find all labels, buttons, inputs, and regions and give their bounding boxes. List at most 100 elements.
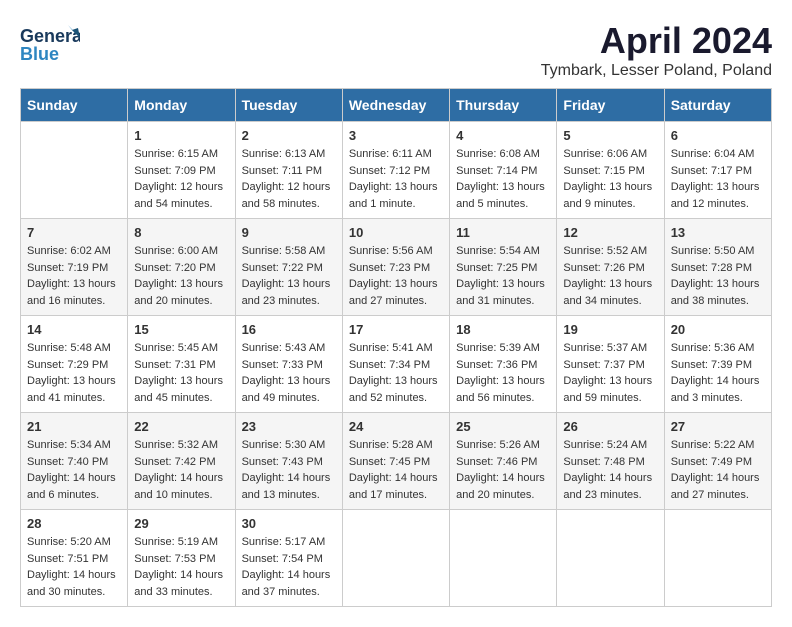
day-info: Sunrise: 5:28 AMSunset: 7:45 PMDaylight:… (349, 437, 443, 503)
column-header-monday: Monday (128, 89, 235, 122)
day-info: Sunrise: 5:26 AMSunset: 7:46 PMDaylight:… (456, 437, 550, 503)
day-number: 16 (242, 322, 336, 337)
day-cell (557, 510, 664, 607)
week-row-1: 1 Sunrise: 6:15 AMSunset: 7:09 PMDaylight… (21, 122, 772, 219)
day-number: 6 (671, 128, 765, 143)
day-number: 18 (456, 322, 550, 337)
day-cell: 13 Sunrise: 5:50 AMSunset: 7:28 PMDayligh… (664, 219, 771, 316)
day-info: Sunrise: 5:50 AMSunset: 7:28 PMDaylight:… (671, 243, 765, 309)
day-info: Sunrise: 6:06 AMSunset: 7:15 PMDaylight:… (563, 146, 657, 212)
day-cell: 6 Sunrise: 6:04 AMSunset: 7:17 PMDaylight… (664, 122, 771, 219)
day-info: Sunrise: 6:02 AMSunset: 7:19 PMDaylight:… (27, 243, 121, 309)
day-info: Sunrise: 6:11 AMSunset: 7:12 PMDaylight:… (349, 146, 443, 212)
day-cell: 20 Sunrise: 5:36 AMSunset: 7:39 PMDayligh… (664, 316, 771, 413)
day-info: Sunrise: 5:43 AMSunset: 7:33 PMDaylight:… (242, 340, 336, 406)
day-number: 13 (671, 225, 765, 240)
day-info: Sunrise: 5:52 AMSunset: 7:26 PMDaylight:… (563, 243, 657, 309)
day-info: Sunrise: 5:56 AMSunset: 7:23 PMDaylight:… (349, 243, 443, 309)
day-cell: 15 Sunrise: 5:45 AMSunset: 7:31 PMDayligh… (128, 316, 235, 413)
day-number: 21 (27, 419, 121, 434)
day-info: Sunrise: 5:19 AMSunset: 7:53 PMDaylight:… (134, 534, 228, 600)
week-row-2: 7 Sunrise: 6:02 AMSunset: 7:19 PMDaylight… (21, 219, 772, 316)
day-cell: 23Sunrise: 5:30 AMSunset: 7:43 PMDayligh… (235, 413, 342, 510)
svg-text:General: General (20, 26, 80, 46)
day-number: 3 (349, 128, 443, 143)
calendar-header-row: SundayMondayTuesdayWednesdayThursdayFrid… (21, 89, 772, 122)
day-number: 8 (134, 225, 228, 240)
day-number: 2 (242, 128, 336, 143)
day-cell (342, 510, 449, 607)
day-info: Sunrise: 5:39 AMSunset: 7:36 PMDaylight:… (456, 340, 550, 406)
logo: General Blue (20, 20, 80, 70)
day-cell (664, 510, 771, 607)
day-cell: 14 Sunrise: 5:48 AMSunset: 7:29 PMDayligh… (21, 316, 128, 413)
day-info: Sunrise: 5:36 AMSunset: 7:39 PMDaylight:… (671, 340, 765, 406)
day-number: 20 (671, 322, 765, 337)
column-header-saturday: Saturday (664, 89, 771, 122)
svg-text:Blue: Blue (20, 44, 59, 64)
column-header-sunday: Sunday (21, 89, 128, 122)
day-cell: 4 Sunrise: 6:08 AMSunset: 7:14 PMDaylight… (450, 122, 557, 219)
day-number: 14 (27, 322, 121, 337)
day-cell: 28 Sunrise: 5:20 AMSunset: 7:51 PMDayligh… (21, 510, 128, 607)
day-number: 25 (456, 419, 550, 434)
day-number: 19 (563, 322, 657, 337)
header: General Blue April 2024 Tymbark, Lesser … (20, 20, 772, 80)
calendar-body: 1 Sunrise: 6:15 AMSunset: 7:09 PMDaylight… (21, 122, 772, 607)
day-info: Sunrise: 5:34 AMSunset: 7:40 PMDaylight:… (27, 437, 121, 503)
day-number: 17 (349, 322, 443, 337)
day-cell: 9Sunrise: 5:58 AMSunset: 7:22 PMDaylight… (235, 219, 342, 316)
day-cell: 10 Sunrise: 5:56 AMSunset: 7:23 PMDayligh… (342, 219, 449, 316)
day-info: Sunrise: 5:22 AMSunset: 7:49 PMDaylight:… (671, 437, 765, 503)
day-info: Sunrise: 5:48 AMSunset: 7:29 PMDaylight:… (27, 340, 121, 406)
day-number: 22 (134, 419, 228, 434)
day-info: Sunrise: 6:15 AMSunset: 7:09 PMDaylight:… (134, 146, 228, 212)
logo-icon: General Blue (20, 20, 80, 70)
main-title: April 2024 (541, 20, 772, 62)
day-cell: 3 Sunrise: 6:11 AMSunset: 7:12 PMDaylight… (342, 122, 449, 219)
day-cell: 16 Sunrise: 5:43 AMSunset: 7:33 PMDayligh… (235, 316, 342, 413)
day-number: 1 (134, 128, 228, 143)
day-cell: 8Sunrise: 6:00 AMSunset: 7:20 PMDaylight… (128, 219, 235, 316)
day-cell: 29Sunrise: 5:19 AMSunset: 7:53 PMDayligh… (128, 510, 235, 607)
day-info: Sunrise: 5:20 AMSunset: 7:51 PMDaylight:… (27, 534, 121, 600)
day-number: 23 (242, 419, 336, 434)
day-cell: 18 Sunrise: 5:39 AMSunset: 7:36 PMDayligh… (450, 316, 557, 413)
day-cell: 5 Sunrise: 6:06 AMSunset: 7:15 PMDaylight… (557, 122, 664, 219)
column-header-wednesday: Wednesday (342, 89, 449, 122)
day-number: 28 (27, 516, 121, 531)
day-cell: 2Sunrise: 6:13 AMSunset: 7:11 PMDaylight… (235, 122, 342, 219)
day-info: Sunrise: 5:54 AMSunset: 7:25 PMDaylight:… (456, 243, 550, 309)
day-number: 15 (134, 322, 228, 337)
day-cell: 1 Sunrise: 6:15 AMSunset: 7:09 PMDaylight… (128, 122, 235, 219)
day-number: 7 (27, 225, 121, 240)
day-number: 5 (563, 128, 657, 143)
day-cell: 24 Sunrise: 5:28 AMSunset: 7:45 PMDayligh… (342, 413, 449, 510)
day-info: Sunrise: 6:08 AMSunset: 7:14 PMDaylight:… (456, 146, 550, 212)
day-cell: 22 Sunrise: 5:32 AMSunset: 7:42 PMDayligh… (128, 413, 235, 510)
day-info: Sunrise: 5:45 AMSunset: 7:31 PMDaylight:… (134, 340, 228, 406)
day-number: 27 (671, 419, 765, 434)
day-number: 24 (349, 419, 443, 434)
day-number: 4 (456, 128, 550, 143)
calendar-table: SundayMondayTuesdayWednesdayThursdayFrid… (20, 88, 772, 607)
day-info: Sunrise: 5:24 AMSunset: 7:48 PMDaylight:… (563, 437, 657, 503)
day-cell (21, 122, 128, 219)
day-info: Sunrise: 6:04 AMSunset: 7:17 PMDaylight:… (671, 146, 765, 212)
day-cell (450, 510, 557, 607)
title-area: April 2024 Tymbark, Lesser Poland, Polan… (541, 20, 772, 80)
day-info: Sunrise: 5:17 AMSunset: 7:54 PMDaylight:… (242, 534, 336, 600)
day-cell: 7 Sunrise: 6:02 AMSunset: 7:19 PMDaylight… (21, 219, 128, 316)
day-cell: 19 Sunrise: 5:37 AMSunset: 7:37 PMDayligh… (557, 316, 664, 413)
day-info: Sunrise: 5:37 AMSunset: 7:37 PMDaylight:… (563, 340, 657, 406)
column-header-thursday: Thursday (450, 89, 557, 122)
day-cell: 12Sunrise: 5:52 AMSunset: 7:26 PMDayligh… (557, 219, 664, 316)
day-info: Sunrise: 5:41 AMSunset: 7:34 PMDaylight:… (349, 340, 443, 406)
day-number: 11 (456, 225, 550, 240)
week-row-3: 14 Sunrise: 5:48 AMSunset: 7:29 PMDayligh… (21, 316, 772, 413)
day-cell: 11 Sunrise: 5:54 AMSunset: 7:25 PMDayligh… (450, 219, 557, 316)
day-number: 10 (349, 225, 443, 240)
day-cell: 26Sunrise: 5:24 AMSunset: 7:48 PMDayligh… (557, 413, 664, 510)
day-info: Sunrise: 5:32 AMSunset: 7:42 PMDaylight:… (134, 437, 228, 503)
day-cell: 17 Sunrise: 5:41 AMSunset: 7:34 PMDayligh… (342, 316, 449, 413)
